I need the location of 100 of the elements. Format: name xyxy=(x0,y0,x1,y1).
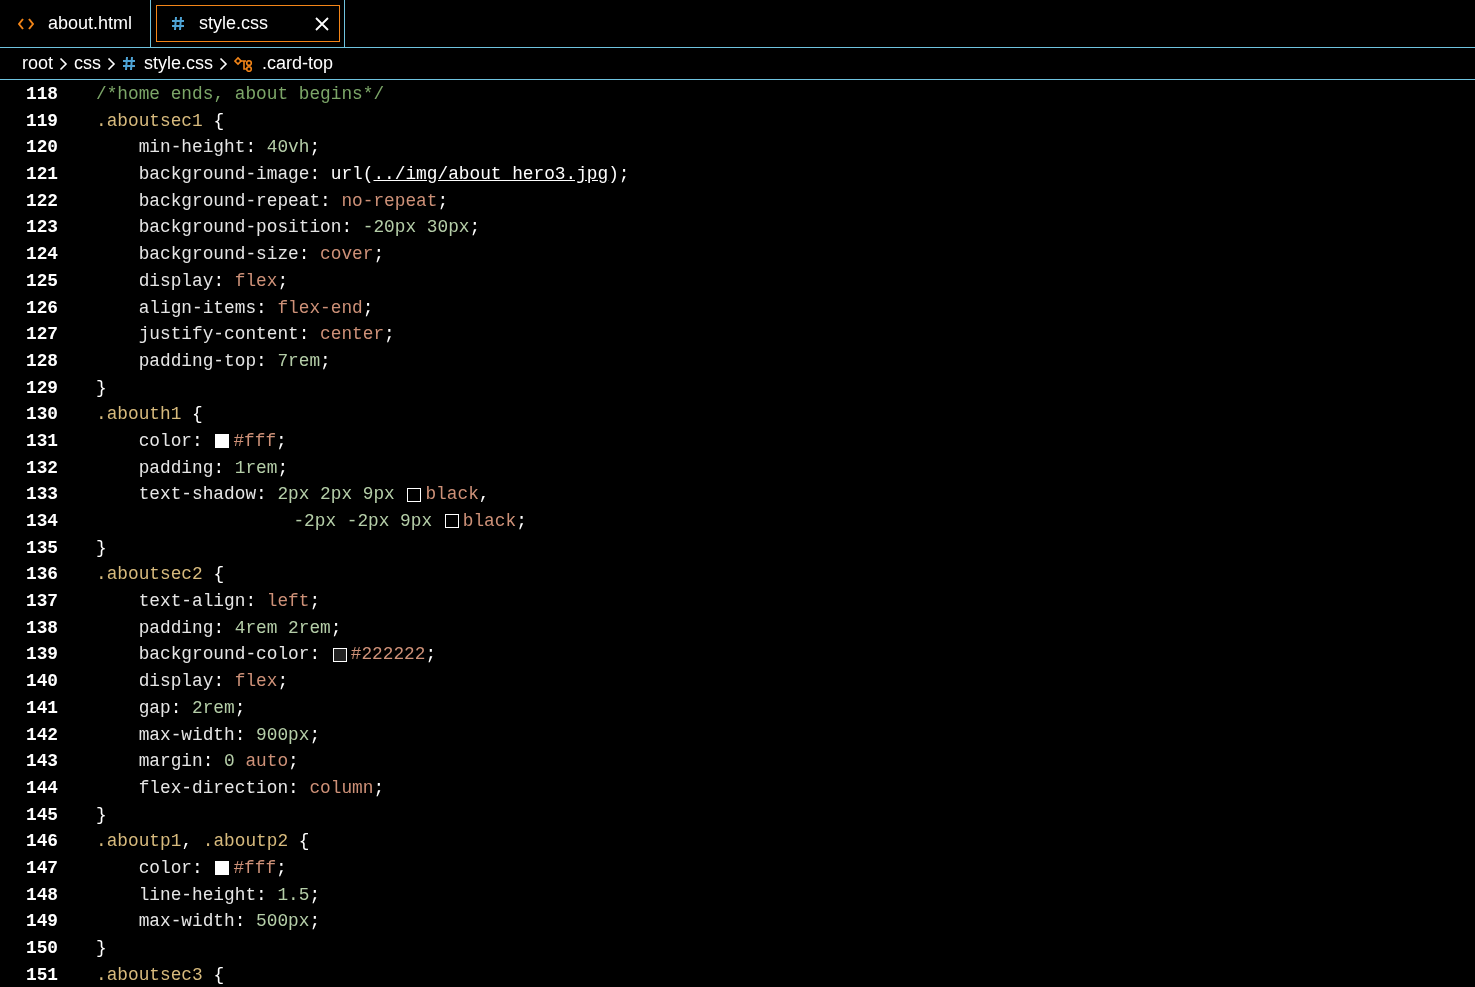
line-number: 136 xyxy=(25,563,58,587)
code-punctuation: : xyxy=(341,216,354,240)
css-value: left xyxy=(266,590,310,614)
breadcrumb-item[interactable]: root xyxy=(22,50,54,77)
hash-icon xyxy=(122,56,137,71)
css-number: -20px 30px xyxy=(362,216,470,240)
code-punctuation: : url( xyxy=(309,163,374,187)
code-punctuation: } xyxy=(96,376,107,400)
color-swatch[interactable] xyxy=(332,647,347,662)
line-number: 118 xyxy=(25,83,58,106)
color-swatch[interactable] xyxy=(215,434,230,449)
line-number: 122 xyxy=(25,189,58,213)
code-punctuation: , xyxy=(181,830,194,854)
code-punctuation: } xyxy=(96,937,107,960)
css-selector: .aboutsec3 xyxy=(96,963,203,987)
code-punctuation: { xyxy=(191,403,203,427)
line-number: 135 xyxy=(25,536,58,560)
code-punctuation: : xyxy=(192,429,204,453)
line-number: 120 xyxy=(25,136,58,160)
css-value: auto xyxy=(245,750,289,774)
code-punctuation: ; xyxy=(362,296,374,320)
code-punctuation: : xyxy=(309,643,322,667)
line-number: 143 xyxy=(25,750,58,774)
css-property: background-color xyxy=(138,643,310,667)
code-punctuation: ; xyxy=(309,590,321,614)
color-swatch[interactable] xyxy=(407,487,422,502)
code-punctuation: ; xyxy=(384,323,395,347)
code-punctuation: ; xyxy=(425,643,437,667)
line-number: 126 xyxy=(25,296,58,320)
line-number: 128 xyxy=(25,349,58,373)
line-number: 139 xyxy=(25,643,58,667)
code-punctuation: ; xyxy=(437,189,449,213)
css-property: background-size xyxy=(138,243,299,267)
line-number: 144 xyxy=(25,776,58,800)
code-punctuation: : xyxy=(213,269,226,293)
code-punctuation: : xyxy=(170,696,183,720)
line-number: 138 xyxy=(25,616,58,640)
line-number: 121 xyxy=(25,163,58,187)
code-punctuation: : xyxy=(213,456,226,480)
code-punctuation: : xyxy=(234,723,247,747)
breadcrumb-item[interactable]: .card-top xyxy=(234,50,334,77)
css-value: center xyxy=(320,323,385,347)
chevron-icon xyxy=(107,56,117,71)
css-selector: .aboutsec2 xyxy=(96,563,203,587)
code-punctuation: ; xyxy=(309,136,321,160)
css-property: justify-content xyxy=(138,323,299,347)
line-number: 148 xyxy=(25,883,58,907)
css-property: max-width xyxy=(138,723,235,747)
css-value: no-repeat xyxy=(341,189,438,213)
css-selector: .aboutsec1 xyxy=(96,109,203,133)
code-punctuation: : xyxy=(213,616,226,640)
line-number: 131 xyxy=(25,429,58,453)
line-number: 150 xyxy=(25,937,58,960)
code-punctuation: : xyxy=(245,136,258,160)
css-property: background-image xyxy=(138,163,310,187)
code-punctuation: , xyxy=(478,483,490,507)
css-number: 2px 2px 9px xyxy=(277,483,396,507)
css-number: 900px xyxy=(256,723,310,747)
line-number: 146 xyxy=(25,830,58,854)
css-property: color xyxy=(138,856,193,880)
code-punctuation: : xyxy=(298,323,311,347)
code-punctuation: : xyxy=(202,750,215,774)
css-value: flex-end xyxy=(277,296,363,320)
css-property: background-repeat xyxy=(138,189,321,213)
css-value: flex xyxy=(234,269,278,293)
breadcrumb-item[interactable]: style.css xyxy=(122,50,214,77)
css-number: 0 xyxy=(224,750,236,774)
css-property: padding xyxy=(138,616,214,640)
color-swatch[interactable] xyxy=(444,514,459,529)
code-punctuation: ; xyxy=(276,429,287,453)
code-punctuation: ; xyxy=(277,456,289,480)
code-punctuation: ; xyxy=(309,910,321,934)
code-punctuation: { xyxy=(212,963,225,987)
chevron-icon xyxy=(59,56,69,71)
code-punctuation: : xyxy=(256,349,268,373)
css-value: black xyxy=(462,510,517,533)
file-link[interactable]: ../img/about_hero3.jpg xyxy=(373,161,609,188)
color-swatch[interactable] xyxy=(215,861,230,876)
code-punctuation: : xyxy=(320,189,332,213)
css-selector: .aboutp2 xyxy=(202,830,289,854)
code-comment: /*home ends, about begins*/ xyxy=(96,83,385,106)
line-number: 145 xyxy=(25,803,58,827)
css-property: align-items xyxy=(138,296,257,320)
code-punctuation: ; xyxy=(516,510,527,533)
line-number: 137 xyxy=(25,590,58,614)
line-number: 149 xyxy=(25,910,58,934)
code-punctuation: ; xyxy=(277,269,289,293)
css-number: 2rem xyxy=(192,696,235,720)
css-property: text-shadow xyxy=(138,483,257,507)
css-property: padding-top xyxy=(138,349,257,373)
breadcrumb-item[interactable]: css xyxy=(74,50,102,77)
css-property: line-height xyxy=(138,883,257,907)
code-punctuation: ; xyxy=(309,723,321,747)
line-number: 132 xyxy=(25,456,58,480)
css-value: black xyxy=(425,483,479,507)
css-property: min-height xyxy=(138,136,246,160)
code-punctuation: ; xyxy=(276,856,287,880)
css-value: flex xyxy=(234,670,278,694)
code-punctuation: : xyxy=(245,590,258,614)
line-number: 151 xyxy=(25,963,58,987)
